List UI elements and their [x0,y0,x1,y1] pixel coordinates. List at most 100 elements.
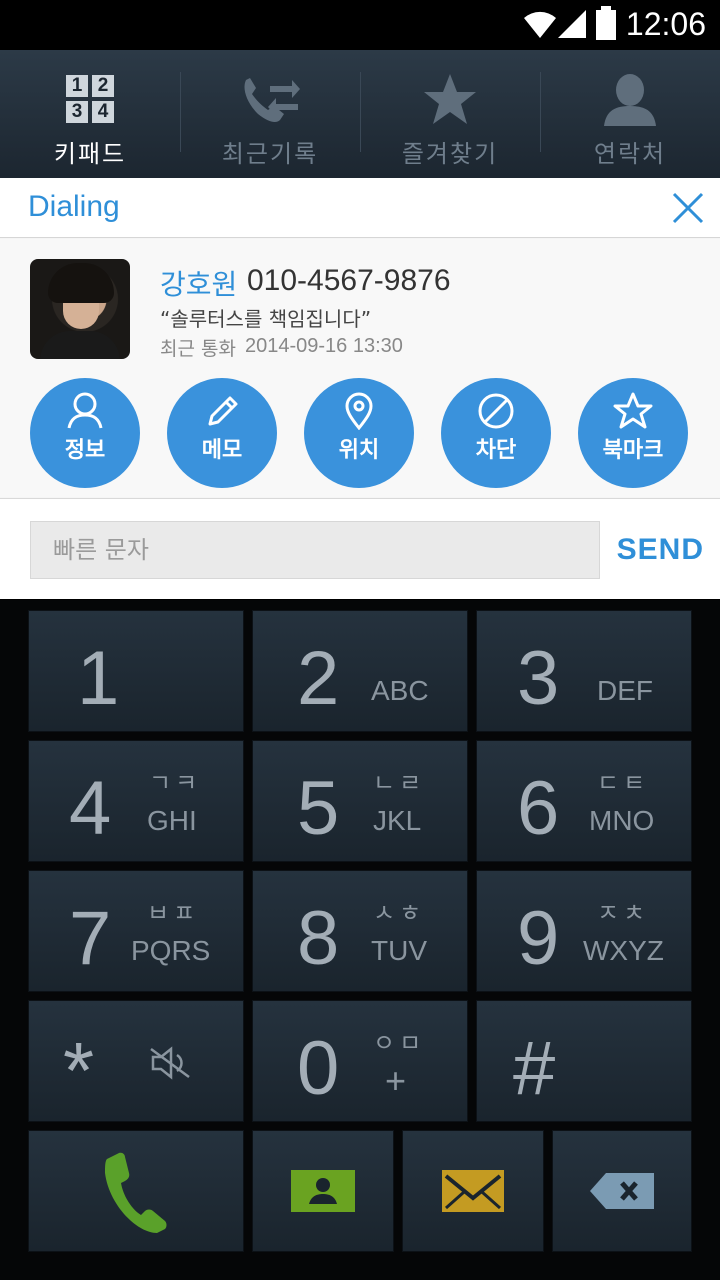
key-letters: WXYZ [583,935,664,966]
bookmark-button[interactable]: 북마크 [578,378,688,488]
key-korean: ㅇㅁ [373,1029,426,1057]
key-letters: GHI [147,805,197,836]
key-korean: ㄴㄹ [373,769,426,797]
memo-button[interactable]: 메모 [167,378,277,488]
contact-card: 강호원 010-4567-9876 “솔루터스를 책임집니다” 최근 통화 20… [0,239,720,497]
key-letters: PQRS [131,935,211,966]
key-6[interactable]: 6 ㄷㅌ MNO [476,740,692,862]
key-digit: 7 [69,896,112,981]
call-icon [105,1152,167,1233]
wifi-icon [524,11,556,38]
contact-name: 강호원 [160,268,238,301]
keypad-icon-digit: 4 [92,101,114,123]
star-outline-icon [613,392,653,429]
keypad-icon-digit: 1 [66,75,88,97]
recent-call-time: 2014-09-16 13:30 [245,335,403,357]
keypad-icon: 1 2 3 4 [66,66,114,132]
contacts-icon [602,66,658,132]
block-button[interactable]: 차단 [441,378,551,488]
block-icon [478,393,514,429]
key-digit: 1 [77,636,120,721]
key-korean: ㅅㅎ [373,899,426,927]
key-digit: 0 [297,1026,340,1111]
key-letters: DEF [597,675,653,706]
key-1[interactable]: 1 [28,610,244,732]
key-digit: * [63,1026,95,1115]
tab-keypad[interactable]: 1 2 3 4 키패드 [0,50,180,178]
key-digit: 9 [517,896,560,981]
dialing-panel: Dialing 강호원 010-4567-9876 “솔루터스를 책임집니다” … [0,178,720,599]
key-4[interactable]: 4 ㄱㅋ GHI [28,740,244,862]
tab-contacts-label: 연락처 [593,140,667,168]
dialing-header: Dialing [0,178,720,238]
contact-status-message: “솔루터스를 책임집니다” [160,307,372,331]
tab-recent-label: 최근기록 [221,140,319,168]
quick-message-row: SEND [0,498,720,599]
key-7[interactable]: 7 ㅂㅍ PQRS [28,870,244,992]
location-button[interactable]: 위치 [304,378,414,488]
backspace-icon [590,1173,654,1209]
key-digit: # [513,1026,556,1111]
key-hash[interactable]: # [476,1000,692,1122]
key-korean: ㅂㅍ [147,899,200,927]
avatar[interactable] [30,259,130,359]
tab-bar: 1 2 3 4 키패드 최근기록 즐겨찾기 연락처 [0,50,720,228]
star-icon [422,66,478,132]
message-button[interactable] [402,1130,544,1252]
recent-call-label: 최근 통화 [160,338,236,360]
key-letters: TUV [371,935,427,966]
call-button[interactable] [28,1130,244,1252]
location-button-label: 위치 [338,438,380,463]
close-icon[interactable] [668,188,708,228]
info-button-label: 정보 [64,438,106,463]
tab-contacts[interactable]: 연락처 [540,50,720,178]
key-star[interactable]: * [28,1000,244,1122]
key-8[interactable]: 8 ㅅㅎ TUV [252,870,468,992]
tab-favorites[interactable]: 즐겨찾기 [360,50,540,178]
key-digit: 4 [69,766,112,851]
add-contact-icon [291,1170,355,1212]
quick-message-input[interactable] [30,521,600,579]
tab-recent[interactable]: 최근기록 [180,50,360,178]
block-button-label: 차단 [475,438,517,463]
key-digit: 5 [297,766,340,851]
send-button[interactable]: SEND [617,533,704,567]
mute-icon [150,1046,190,1080]
key-letters: MNO [589,805,655,836]
message-icon [442,1170,504,1212]
key-9[interactable]: 9 ㅈㅊ WXYZ [476,870,692,992]
person-icon [67,392,103,429]
key-letters: + [385,1060,407,1101]
key-3[interactable]: 3 DEF [476,610,692,732]
tab-favorites-label: 즐겨찾기 [401,140,499,168]
info-button[interactable]: 정보 [30,378,140,488]
backspace-button[interactable] [552,1130,692,1252]
contact-number: 010-4567-9876 [247,264,451,297]
dialing-title: Dialing [28,190,120,223]
key-letters: JKL [373,805,422,836]
key-korean: ㅈㅊ [597,899,650,927]
location-pin-icon [345,392,373,430]
key-letters: ABC [371,675,429,706]
key-2[interactable]: 2 ABC [252,610,468,732]
key-0[interactable]: 0 ㅇㅁ + [252,1000,468,1122]
signal-icon [558,10,586,38]
pencil-icon [208,396,238,426]
key-digit: 6 [517,766,560,851]
key-korean: ㄷㅌ [597,769,650,797]
key-5[interactable]: 5 ㄴㄹ JKL [252,740,468,862]
battery-icon [596,6,616,40]
status-bar: 12:06 [0,0,720,50]
key-digit: 3 [517,636,560,721]
call-log-icon [240,66,300,132]
key-digit: 8 [297,896,340,981]
tab-keypad-label: 키패드 [53,140,127,168]
add-contact-button[interactable] [252,1130,394,1252]
memo-button-label: 메모 [201,438,243,463]
key-korean: ㄱㅋ [149,769,202,797]
status-time: 12:06 [625,6,706,42]
bookmark-button-label: 북마크 [602,438,664,463]
keypad-icon-digit: 3 [66,101,88,123]
keypad-icon-digit: 2 [92,75,114,97]
key-digit: 2 [297,636,340,721]
